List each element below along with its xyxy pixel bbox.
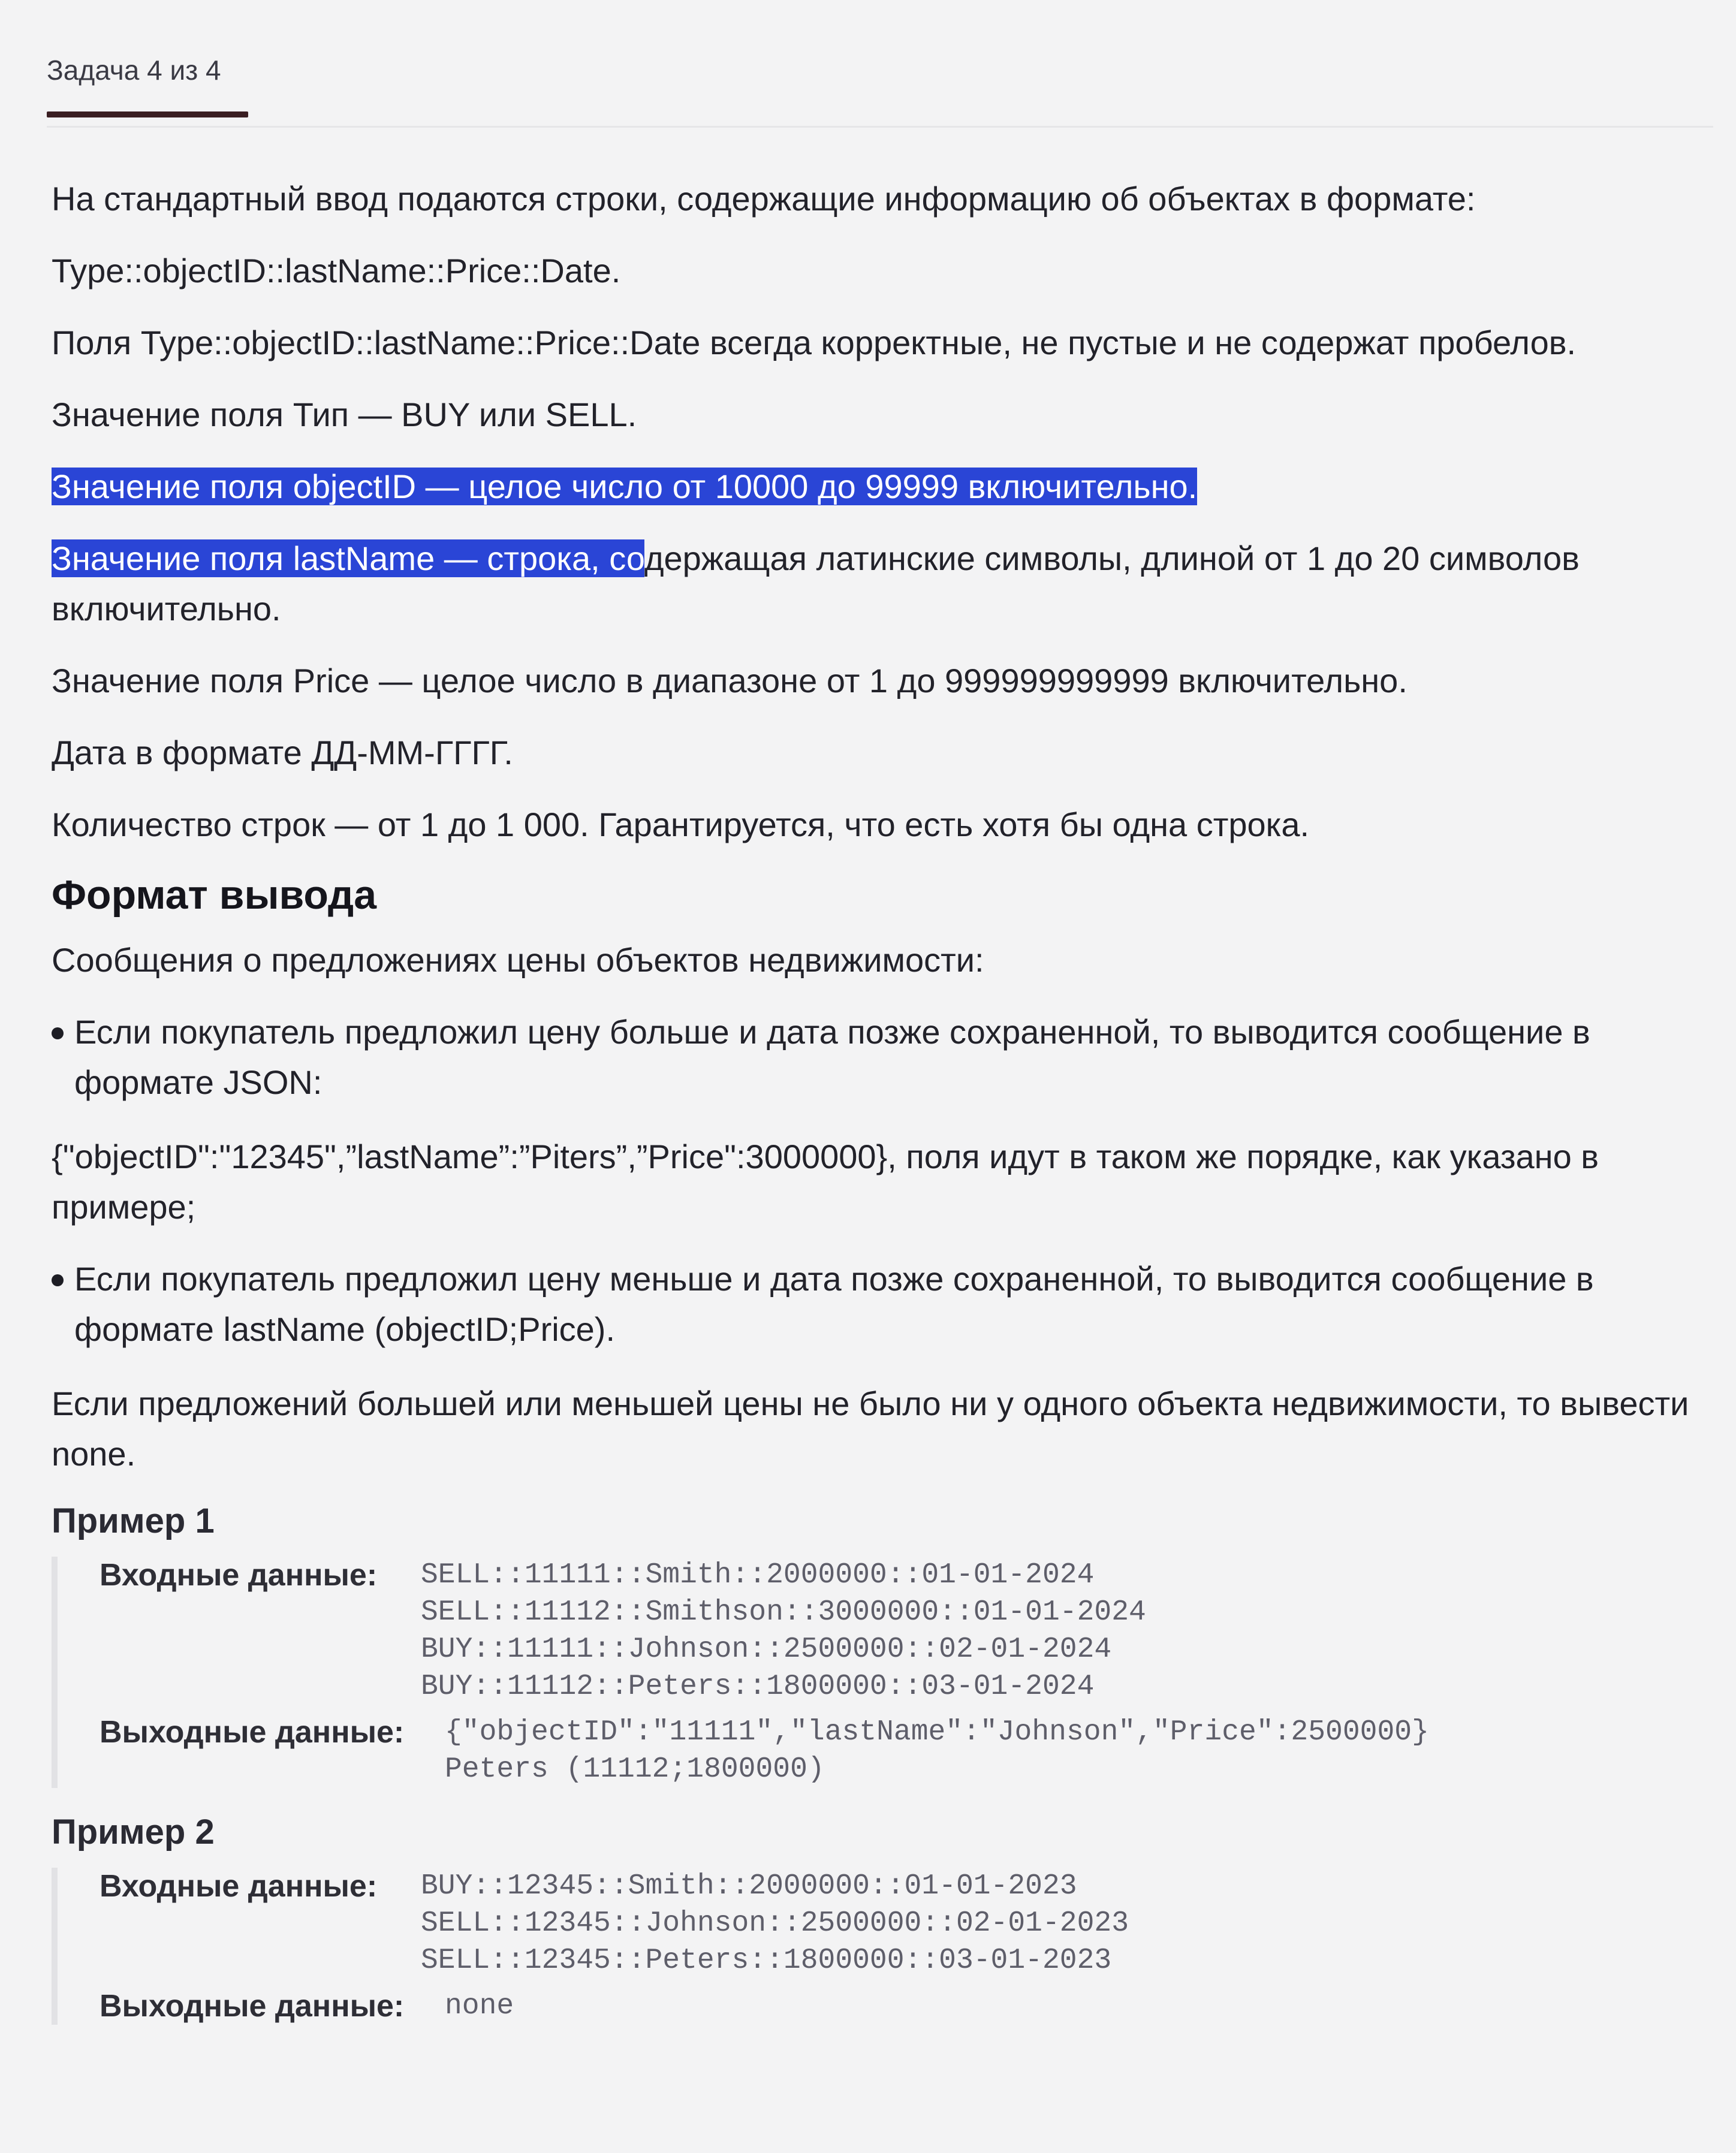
example-1-output-line: Peters (11112;1800000) <box>445 1753 825 1786</box>
task-header: Задача 4 из 4 <box>47 42 1713 128</box>
output-format-json-example: {"objectID":"12345",”lastName”:”Piters”,… <box>52 1138 1599 1226</box>
output-format-intro: Сообщения о предложениях цены объектов н… <box>52 941 984 979</box>
bullet-json-text: Если покупатель предложил цену больше и … <box>74 1013 1590 1101</box>
example-2-input-lines: BUY::12345::Smith::2000000::01-01-2023 S… <box>421 1868 1129 1979</box>
statement-paragraph-price: Значение поля Price — целое число в диап… <box>52 662 1408 699</box>
example-2-input-label: Входные данные: <box>100 1869 378 1904</box>
example-1-heading: Пример 1 <box>52 1501 215 1540</box>
example-1-input-lines: SELL::11111::Smith::2000000::01-01-2024 … <box>421 1557 1146 1705</box>
statement-paragraph-type: Значение поля Тип — BUY или SELL. <box>52 396 637 433</box>
statement-paragraph-objectid: Значение поля objectID — целое число от … <box>52 462 1694 512</box>
example-1-input-line: BUY::11112::Peters::1800000::03-01-2024 <box>421 1670 1095 1703</box>
example-1-input-row: Входные данные: SELL::11111::Smith::2000… <box>100 1557 1694 1705</box>
output-format-bullet-json: Если покупатель предложил цену больше и … <box>52 1007 1694 1108</box>
selected-text-lastname: Значение поля lastName — строка, со <box>52 539 644 577</box>
example-2-output-label: Выходные данные: <box>100 1989 405 2024</box>
example-1-input-label: Входные данные: <box>100 1558 378 1593</box>
example-1-output-line: {"objectID":"11111","lastName":"Johnson"… <box>445 1716 1429 1748</box>
example-1-input-line: SELL::11112::Smithson::3000000::01-01-20… <box>421 1596 1146 1629</box>
bullet-icon <box>52 1274 64 1286</box>
statement-paragraph-lastname: Значение поля lastName — строка, содержа… <box>52 533 1694 634</box>
selected-text-objectid: Значение поля objectID — целое число от … <box>52 468 1198 505</box>
example-1-input-line: SELL::11111::Smith::2000000::01-01-2024 <box>421 1559 1095 1591</box>
bullet-lastname-text: Если покупатель предложил цену меньше и … <box>74 1260 1594 1348</box>
bullet-icon <box>52 1027 64 1039</box>
example-1-block: Входные данные: SELL::11111::Smith::2000… <box>52 1557 1694 1788</box>
example-2-block: Входные данные: BUY::12345::Smith::20000… <box>52 1868 1694 2025</box>
example-1-output-lines: {"objectID":"11111","lastName":"Johnson"… <box>445 1714 1429 1788</box>
example-1-output-row: Выходные данные: {"objectID":"11111","la… <box>100 1714 1694 1788</box>
example-2-input-row: Входные данные: BUY::12345::Smith::20000… <box>100 1868 1694 1979</box>
example-2-output-line: none <box>445 1990 514 2022</box>
example-2-input-line: SELL::12345::Peters::1800000::03-01-2023 <box>421 1944 1112 1977</box>
output-format-heading: Формат вывода <box>52 872 377 918</box>
example-1-input-line: BUY::11111::Johnson::2500000::02-01-2024 <box>421 1633 1112 1666</box>
statement-paragraph-format: Type::objectID::lastName::Price::Date. <box>52 252 621 290</box>
active-tab-indicator <box>47 111 248 117</box>
output-format-none-note: Если предложений большей или меньшей цен… <box>52 1385 1689 1473</box>
task-statement: На стандартный ввод подаются строки, сод… <box>52 174 1694 2049</box>
statement-paragraph-count: Количество строк — от 1 до 1 000. Гарант… <box>52 806 1310 843</box>
task-page: Задача 4 из 4 На стандартный ввод подают… <box>0 0 1736 2153</box>
example-2-input-line: SELL::12345::Johnson::2500000::02-01-202… <box>421 1907 1129 1940</box>
example-2-output-row: Выходные данные: none <box>100 1988 1694 2025</box>
statement-paragraph-fields: Поля Type::objectID::lastName::Price::Da… <box>52 324 1577 361</box>
example-2-input-line: BUY::12345::Smith::2000000::01-01-2023 <box>421 1870 1077 1902</box>
example-2-heading: Пример 2 <box>52 1813 215 1852</box>
example-2-output-lines: none <box>445 1988 514 2025</box>
statement-paragraph-date: Дата в формате ДД-ММ-ГГГГ. <box>52 734 513 771</box>
statement-paragraph-input-intro: На стандартный ввод подаются строки, сод… <box>52 180 1476 218</box>
output-format-bullet-lastname: Если покупатель предложил цену меньше и … <box>52 1254 1694 1355</box>
example-1-output-label: Выходные данные: <box>100 1715 405 1750</box>
task-tab[interactable]: Задача 4 из 4 <box>47 54 221 105</box>
